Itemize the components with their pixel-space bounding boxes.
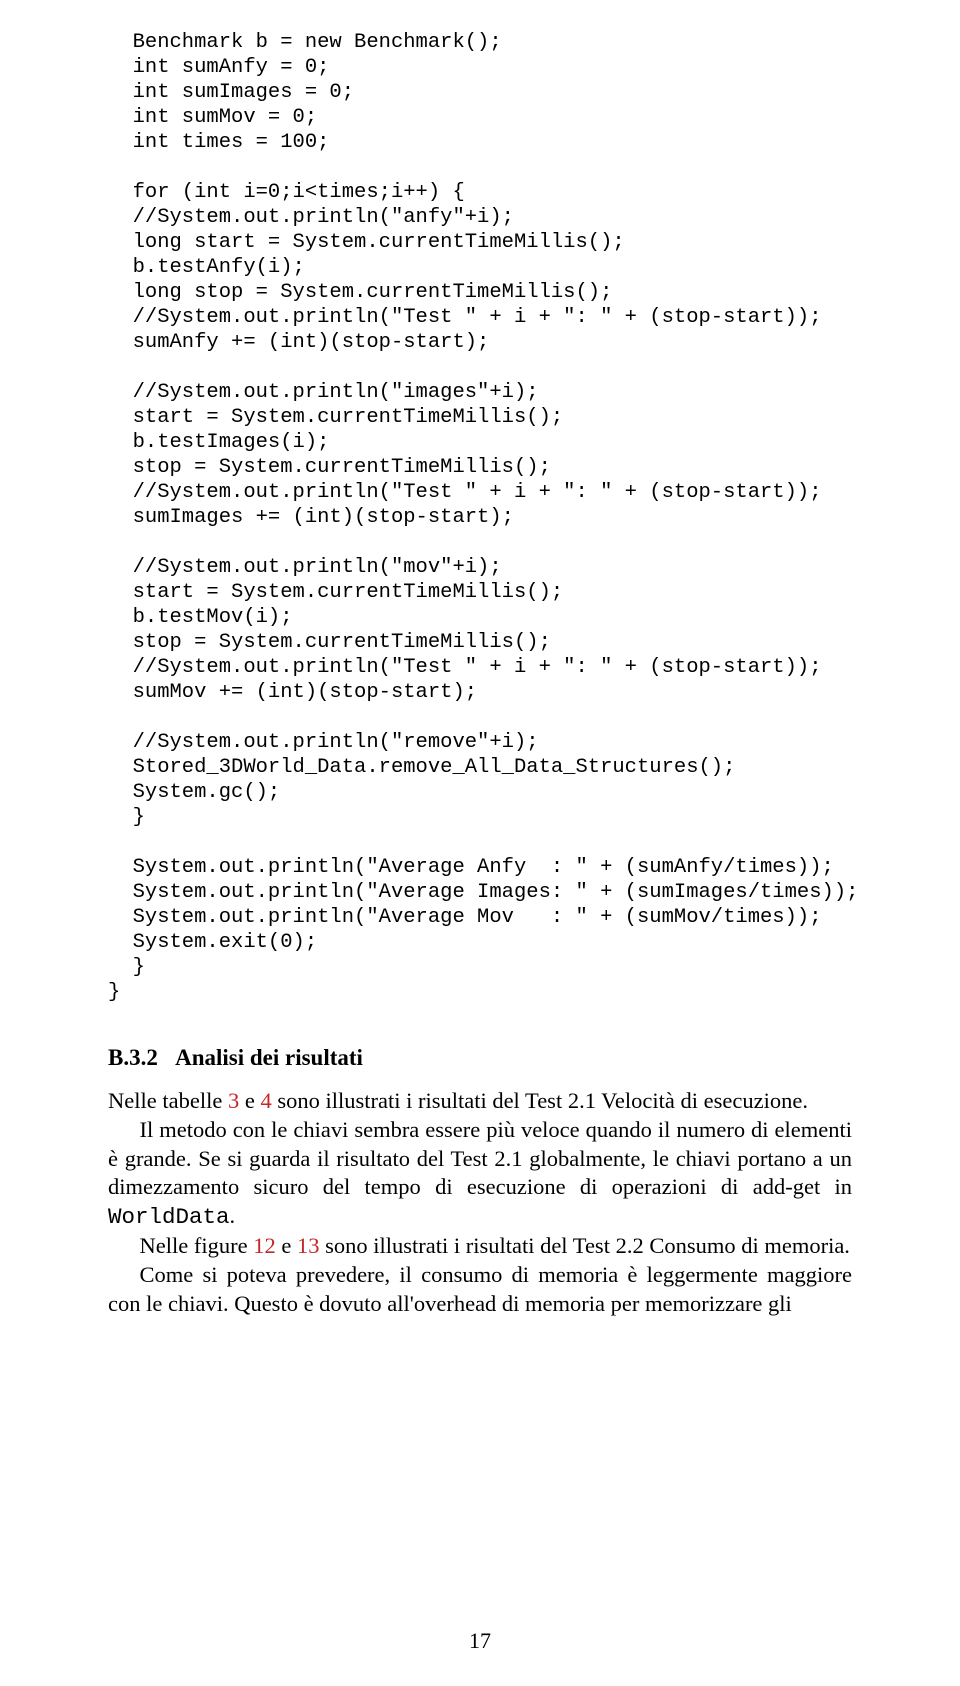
code-line: stop = System.currentTimeMillis();	[108, 631, 551, 654]
text-fragment: sono illustrati i risultati del Test 2.2…	[319, 1233, 849, 1258]
code-line: int sumImages = 0;	[108, 81, 354, 104]
code-line: b.testAnfy(i);	[108, 256, 305, 279]
figure-ref-12[interactable]: 12	[253, 1233, 276, 1258]
section-title: Analisi dei risultati	[175, 1045, 363, 1070]
code-line: for (int i=0;i<times;i++) {	[108, 181, 465, 204]
code-line: Benchmark b = new Benchmark();	[108, 31, 502, 54]
text-fragment: .	[230, 1203, 236, 1228]
text-fragment: Il metodo con le chiavi sembra essere pi…	[108, 1117, 852, 1200]
table-ref-3[interactable]: 3	[228, 1088, 239, 1113]
text-fragment: e	[276, 1233, 297, 1258]
text-fragment: e	[239, 1088, 260, 1113]
code-line: System.out.println("Average Anfy : " + (…	[108, 856, 834, 879]
code-line: stop = System.currentTimeMillis();	[108, 456, 551, 479]
code-line: //System.out.println("mov"+i);	[108, 556, 502, 579]
code-line: System.out.println("Average Images: " + …	[108, 881, 858, 904]
text-fragment: Nelle tabelle	[108, 1088, 228, 1113]
table-ref-4[interactable]: 4	[260, 1088, 271, 1113]
code-line: }	[108, 956, 145, 979]
code-line: sumAnfy += (int)(stop-start);	[108, 331, 489, 354]
code-line: //System.out.println("Test " + i + ": " …	[108, 656, 822, 679]
code-line: int times = 100;	[108, 131, 329, 154]
code-line: start = System.currentTimeMillis();	[108, 581, 563, 604]
text-fragment: Come si poteva prevedere, il consumo di …	[108, 1262, 852, 1316]
figure-ref-13[interactable]: 13	[297, 1233, 320, 1258]
code-line: //System.out.println("images"+i);	[108, 381, 539, 404]
code-line: long stop = System.currentTimeMillis();	[108, 281, 612, 304]
code-line: }	[108, 806, 145, 829]
code-line: System.gc();	[108, 781, 280, 804]
code-line: int sumMov = 0;	[108, 106, 317, 129]
code-line: //System.out.println("Test " + i + ": " …	[108, 481, 822, 504]
code-line: b.testImages(i);	[108, 431, 329, 454]
code-line: int sumAnfy = 0;	[108, 56, 329, 79]
section-number: B.3.2	[108, 1045, 158, 1070]
code-line: //System.out.println("remove"+i);	[108, 731, 539, 754]
text-fragment: sono illustrati i risultati del Test 2.1…	[272, 1088, 808, 1113]
page-number: 17	[0, 1628, 960, 1654]
text-fragment: Nelle figure	[140, 1233, 254, 1258]
code-line: sumImages += (int)(stop-start);	[108, 506, 514, 529]
code-block: Benchmark b = new Benchmark(); int sumAn…	[108, 30, 852, 1005]
code-line: //System.out.println("anfy"+i);	[108, 206, 514, 229]
code-line: b.testMov(i);	[108, 606, 293, 629]
code-line: sumMov += (int)(stop-start);	[108, 681, 477, 704]
code-line: //System.out.println("Test " + i + ": " …	[108, 306, 822, 329]
inline-code: WorldData	[108, 1204, 230, 1230]
code-line: System.out.println("Average Mov : " + (s…	[108, 906, 822, 929]
code-line: Stored_3DWorld_Data.remove_All_Data_Stru…	[108, 756, 735, 779]
code-line: }	[108, 981, 120, 1004]
code-line: start = System.currentTimeMillis();	[108, 406, 563, 429]
section-heading: B.3.2 Analisi dei risultati	[108, 1045, 852, 1071]
code-line: long start = System.currentTimeMillis();	[108, 231, 625, 254]
code-line: System.exit(0);	[108, 931, 317, 954]
body-text: Nelle tabelle 3 e 4 sono illustrati i ri…	[108, 1087, 852, 1318]
